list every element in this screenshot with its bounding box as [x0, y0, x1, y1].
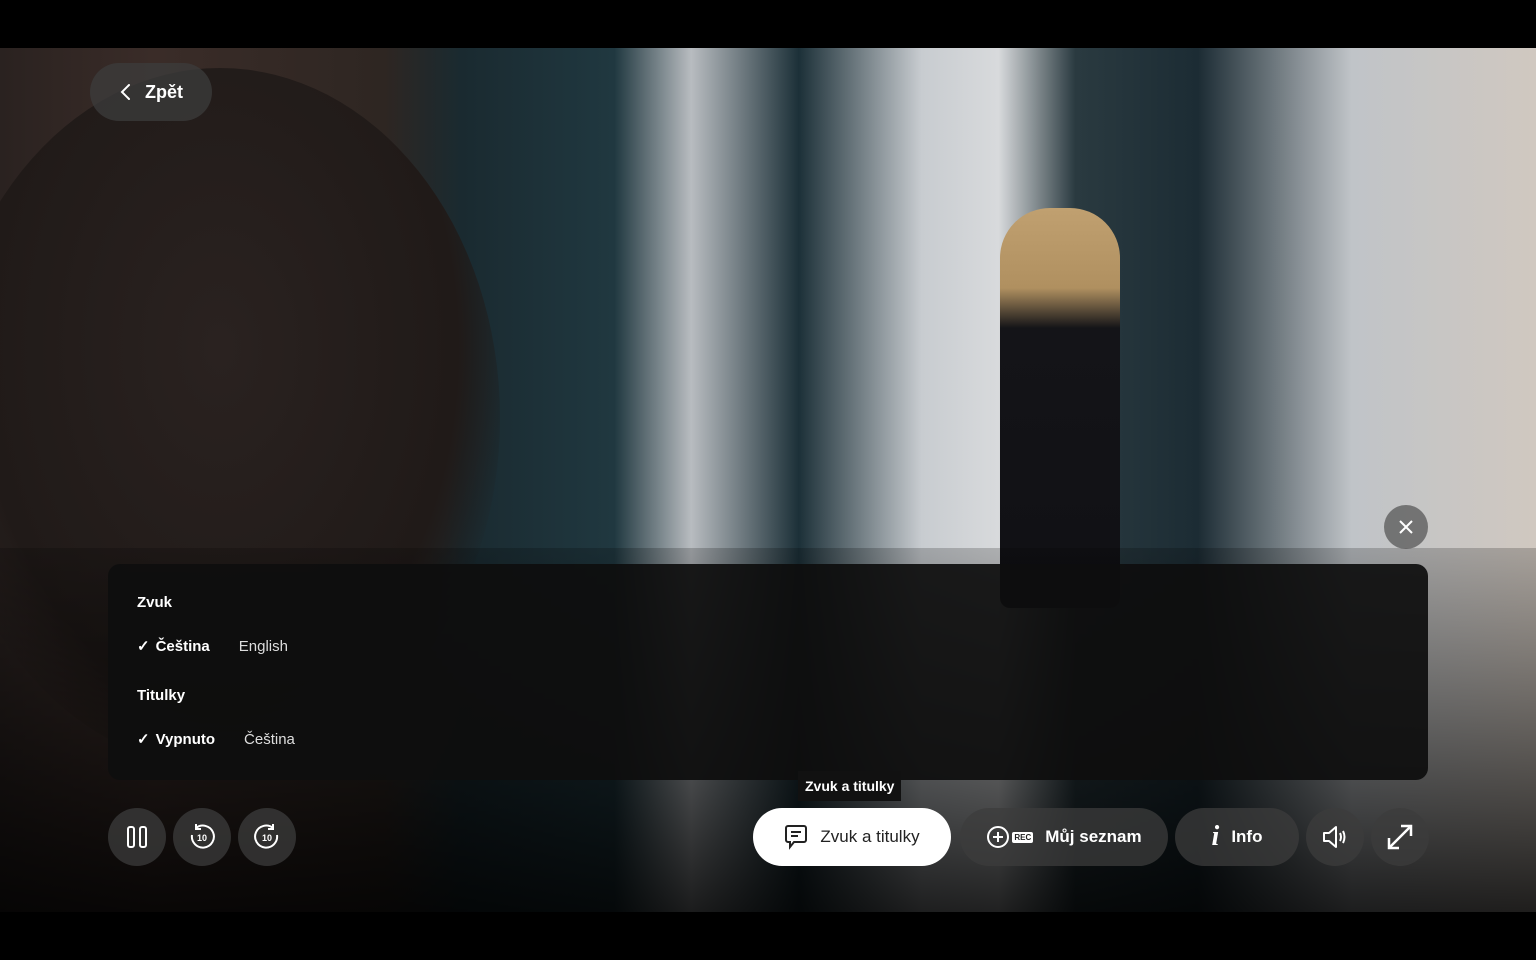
audio-option-english[interactable]: English [239, 638, 288, 655]
video-frame[interactable] [0, 48, 1536, 912]
audio-heading: Zvuk [137, 594, 173, 611]
back-button[interactable]: Zpět [90, 63, 212, 121]
subtitles-icon [785, 825, 808, 850]
forward-10-icon: 10 [254, 824, 279, 849]
close-icon [1399, 520, 1413, 534]
forward-10-button[interactable]: 10 [238, 808, 296, 866]
svg-text:10: 10 [262, 833, 272, 843]
add-to-list-icon: REC [986, 825, 1034, 849]
info-icon: i [1211, 821, 1220, 852]
subtitle-option-cestina[interactable]: Čeština [244, 731, 295, 748]
volume-button[interactable] [1306, 808, 1364, 866]
volume-icon [1323, 826, 1346, 848]
check-icon: ✓ [137, 731, 150, 748]
tooltip: Zvuk a titulky [798, 771, 902, 801]
rewind-10-button[interactable]: 10 [173, 808, 231, 866]
audio-subtitles-button[interactable]: Zvuk a titulky [753, 808, 951, 866]
fullscreen-button[interactable] [1371, 808, 1429, 866]
svg-text:10: 10 [197, 833, 207, 843]
rewind-10-icon: 10 [190, 824, 215, 849]
close-panel-button[interactable] [1384, 505, 1428, 549]
pause-button[interactable] [108, 808, 166, 866]
pause-icon [127, 826, 147, 848]
my-list-button[interactable]: REC Můj seznam [960, 808, 1168, 866]
info-button[interactable]: i Info [1175, 808, 1299, 866]
audio-subtitles-panel: Zvuk ✓ Čeština English Titulky ✓ Vypnuto Č… [108, 564, 1428, 780]
fullscreen-icon [1387, 824, 1413, 850]
audio-option-cestina[interactable]: ✓ Čeština [137, 637, 210, 656]
chevron-left-icon [120, 84, 130, 100]
subtitles-heading: Titulky [137, 687, 186, 704]
check-icon: ✓ [137, 638, 150, 655]
subtitle-option-off[interactable]: ✓ Vypnuto [137, 730, 215, 749]
